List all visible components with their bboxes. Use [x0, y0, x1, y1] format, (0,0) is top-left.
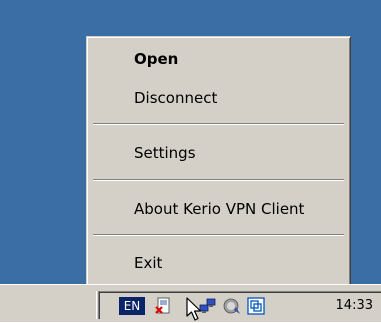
menu-item-open[interactable]: Open	[90, 44, 347, 74]
menu-item-about[interactable]: About Kerio VPN Client	[90, 194, 347, 224]
menu-item-settings[interactable]: Settings	[90, 138, 347, 168]
menu-item-exit[interactable]: Exit	[90, 248, 347, 278]
menu-separator	[93, 179, 344, 181]
language-indicator[interactable]: EN	[119, 297, 145, 315]
menu-separator	[93, 123, 344, 125]
tray-separator	[96, 291, 97, 319]
kerio-vpn-disconnected-icon[interactable]	[155, 297, 173, 315]
tray-context-menu: Open Disconnect Settings About Kerio VPN…	[86, 36, 351, 286]
menu-separator	[93, 234, 344, 236]
mouse-cursor-icon	[186, 297, 202, 321]
clock[interactable]: 14:33	[336, 297, 373, 315]
vmware-icon[interactable]	[247, 297, 265, 315]
volume-icon[interactable]	[223, 297, 241, 315]
system-tray: EN 14:33	[98, 291, 381, 319]
menu-item-disconnect[interactable]: Disconnect	[90, 83, 347, 113]
